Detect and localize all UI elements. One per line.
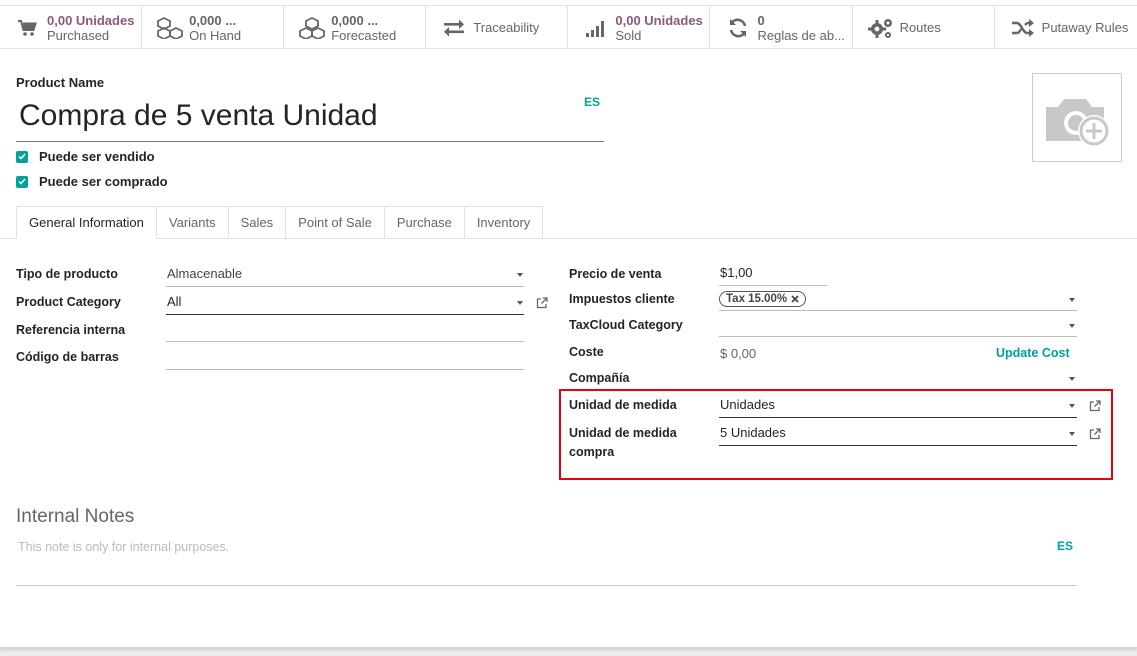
routes-label: Routes xyxy=(899,20,941,35)
product-category-label: Product Category xyxy=(16,295,121,309)
uom-select[interactable]: Unidades xyxy=(719,394,1077,418)
signal-icon xyxy=(582,16,610,40)
purchased-label: Purchased xyxy=(47,27,110,43)
forecasted-label: Forecasted xyxy=(331,27,397,43)
forecasted-smart-button[interactable]: 0,000 ... Forecasted xyxy=(284,6,427,49)
product-name-input[interactable]: Compra de 5 venta Unidad xyxy=(16,96,604,142)
barcode-input[interactable] xyxy=(166,346,524,370)
can-be-purchased-label: Puede ser comprado xyxy=(39,174,168,189)
reorder-rules-smart-button[interactable]: 0 Reglas de ab... xyxy=(710,6,853,49)
company-label: Compañía xyxy=(569,371,630,385)
cost-value: $ 0,00 xyxy=(720,346,757,361)
purchase-uom-label-line1: Unidad de medida xyxy=(569,426,677,440)
internal-reference-label: Referencia interna xyxy=(16,323,126,337)
traceability-smart-button[interactable]: Traceability xyxy=(426,6,569,49)
putaway-rules-label: Putaway Rules xyxy=(1041,20,1129,35)
can-be-sold-label: Puede ser vendido xyxy=(39,149,155,164)
update-cost-button[interactable]: Update Cost xyxy=(996,346,1070,360)
cogs-icon xyxy=(867,16,895,40)
on-hand-label: On Hand xyxy=(189,27,242,43)
reorder-rules-value: 0 xyxy=(757,12,765,28)
tab-inventory[interactable]: Inventory xyxy=(464,206,544,239)
taxcloud-category-label: TaxCloud Category xyxy=(569,318,683,332)
tab-variants[interactable]: Variants xyxy=(156,206,229,239)
tab-purchase[interactable]: Purchase xyxy=(384,206,465,239)
tax-tag[interactable]: Tax 15.00% xyxy=(719,291,807,307)
product-form-sheet: 0,00 Unidades Purchased 0,000 ... On Hand … xyxy=(0,0,1137,648)
sold-label: Sold xyxy=(615,27,642,43)
internal-notes-title: Internal Notes xyxy=(16,506,135,527)
purchase-uom-label-line2: compra xyxy=(569,445,615,459)
chevron-down-icon xyxy=(517,273,523,277)
taxcloud-category-select[interactable] xyxy=(719,313,1077,337)
cubes-icon xyxy=(298,16,326,40)
on-hand-value: 0,000 ... xyxy=(189,12,237,28)
product-type-select[interactable]: Almacenable xyxy=(166,263,524,287)
customer-taxes-label: Impuestos cliente xyxy=(569,292,675,306)
can-be-sold-checkbox[interactable] xyxy=(16,150,28,163)
check-icon xyxy=(18,178,26,185)
refresh-icon xyxy=(724,16,752,40)
smart-button-bar: 0,00 Unidades Purchased 0,000 ... On Hand … xyxy=(0,5,1137,49)
product-image-upload[interactable] xyxy=(1032,73,1122,162)
sale-price-input[interactable]: $1,00 xyxy=(719,262,827,286)
check-icon xyxy=(18,153,26,160)
external-link-icon[interactable] xyxy=(1089,428,1101,440)
tab-point-of-sale[interactable]: Point of Sale xyxy=(286,206,385,239)
chevron-down-icon xyxy=(1069,404,1075,408)
tax-tag-label: Tax 15.00% xyxy=(726,293,788,305)
chevron-down-icon xyxy=(1069,432,1075,436)
purchase-uom-label: Unidad de medida compra xyxy=(569,424,677,462)
product-type-label: Tipo de producto xyxy=(16,267,118,281)
barcode-label: Código de barras xyxy=(16,350,119,364)
traceability-label: Traceability xyxy=(473,20,540,35)
tab-general-information[interactable]: General Information xyxy=(16,206,157,239)
routes-smart-button[interactable]: Routes xyxy=(853,6,995,49)
notes-divider xyxy=(16,585,1077,586)
camera-plus-icon xyxy=(1046,98,1110,147)
can-be-purchased-checkbox[interactable] xyxy=(16,175,28,188)
external-link-icon[interactable] xyxy=(536,297,548,309)
product-name-label: Product Name xyxy=(16,75,105,90)
can-be-purchased-checkbox-row[interactable]: Puede ser comprado xyxy=(16,174,168,189)
chevron-down-icon xyxy=(1069,324,1075,328)
purchased-smart-button[interactable]: 0,00 Unidades Purchased xyxy=(0,6,143,49)
product-name-lang-button[interactable]: ES xyxy=(584,95,600,109)
internal-notes-input[interactable]: This note is only for internal purposes. xyxy=(18,540,229,554)
reorder-rules-label: Reglas de ab... xyxy=(757,27,845,43)
chevron-down-icon xyxy=(1069,298,1075,302)
exchange-icon xyxy=(440,16,468,40)
tab-sales[interactable]: Sales xyxy=(228,206,287,239)
random-icon xyxy=(1009,16,1037,40)
purchase-uom-select[interactable]: 5 Unidades xyxy=(719,422,1077,446)
on-hand-smart-button[interactable]: 0,000 ... On Hand xyxy=(142,6,285,49)
notes-lang-button[interactable]: ES xyxy=(1057,539,1073,553)
uom-label: Unidad de medida xyxy=(569,398,677,412)
cost-label: Coste xyxy=(569,345,604,359)
sold-value: 0,00 Unidades xyxy=(615,12,703,28)
forecasted-value: 0,000 ... xyxy=(331,12,379,28)
form-tabs: General Information Variants Sales Point… xyxy=(16,206,544,239)
chevron-down-icon xyxy=(1069,377,1075,381)
putaway-rules-smart-button[interactable]: Putaway Rules xyxy=(995,6,1137,49)
cubes-icon xyxy=(156,16,184,40)
can-be-sold-checkbox-row[interactable]: Puede ser vendido xyxy=(16,149,155,164)
cart-icon xyxy=(14,16,42,40)
internal-reference-input[interactable] xyxy=(166,318,524,342)
product-category-select[interactable]: All xyxy=(166,291,524,315)
sale-price-label: Precio de venta xyxy=(569,267,662,281)
sold-smart-button[interactable]: 0,00 Unidades Sold xyxy=(568,6,711,49)
close-icon[interactable] xyxy=(791,295,799,303)
purchased-value: 0,00 Unidades xyxy=(47,12,135,28)
chevron-down-icon xyxy=(517,301,523,305)
external-link-icon[interactable] xyxy=(1089,400,1101,412)
